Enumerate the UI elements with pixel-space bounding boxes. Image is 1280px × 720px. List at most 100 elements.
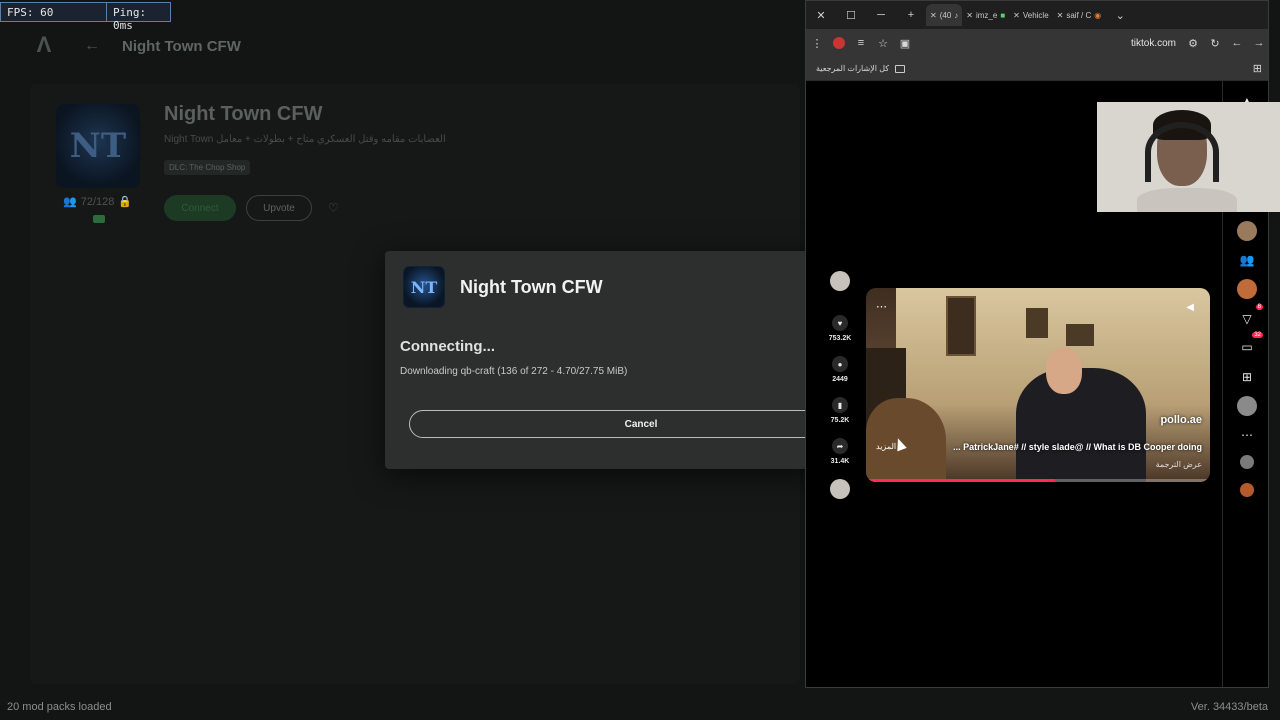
dialog-server-logo: NT	[404, 267, 444, 307]
player-count: 👥 72/128 🔒	[63, 195, 132, 209]
tab-strip: ✕ ☐ ─ + ✕ (40 ♪ ✕ imz_e ■ ✕ Vehicle ✕ sa…	[806, 1, 1268, 29]
comment-button[interactable]: ● 2449	[828, 356, 852, 383]
address-bar[interactable]: tiktok.com	[1131, 38, 1176, 49]
server-logo-text: NT	[69, 126, 127, 166]
video-scene-frame	[946, 296, 976, 356]
upload-icon[interactable]: ⊞	[1237, 367, 1257, 387]
share-count: 31.4K	[830, 458, 850, 465]
extension-icon[interactable]	[833, 37, 845, 49]
dialog-logo-text: NT	[410, 277, 438, 297]
creator-avatar[interactable]	[828, 271, 852, 291]
server-description: Night Town العصابات مقامه وقتل العسكري م…	[164, 134, 446, 145]
screen: FPS: 60 Ping: 0ms Λ ← Night Town CFW NT …	[0, 0, 1280, 720]
activity-badge: 8	[1255, 304, 1263, 310]
dialog-title: Night Town CFW	[460, 277, 603, 297]
like-button[interactable]: ♥ 753.2K	[828, 315, 852, 342]
tab-label: imz_e	[975, 10, 998, 20]
video-scene-man	[1016, 368, 1146, 482]
back-icon[interactable]: ←	[1226, 37, 1248, 49]
site-settings-icon[interactable]: ⚙	[1182, 37, 1204, 50]
bookmark-star-icon[interactable]: ☆	[872, 37, 894, 50]
tab-tiktok[interactable]: ✕ (40 ♪	[926, 4, 963, 26]
minimize-icon[interactable]: ─	[866, 9, 896, 21]
save-button[interactable]: ▮ 75.2K	[828, 397, 852, 424]
tab-close-icon[interactable]: ✕	[966, 11, 973, 20]
download-progress-text: Downloading qb-craft (136 of 272 - 4.70/…	[400, 366, 628, 377]
tab-saif[interactable]: ✕ saif / C ◉	[1053, 4, 1106, 26]
live-avatar[interactable]	[1237, 279, 1257, 299]
fps-counter: FPS: 60	[0, 2, 107, 22]
tiktok-icon: ♪	[954, 10, 959, 20]
connection-status: Connecting...	[400, 338, 495, 355]
back-arrow-icon[interactable]: ←	[84, 37, 100, 55]
close-window-icon[interactable]: ✕	[806, 9, 836, 22]
sound-avatar[interactable]	[828, 479, 852, 499]
all-bookmarks-label[interactable]: كل الإشارات المرجعية	[816, 64, 889, 73]
save-count: 75.2K	[830, 417, 850, 424]
apps-grid-icon[interactable]: ⊞	[1253, 62, 1262, 75]
video-scene-frame	[1066, 324, 1094, 346]
webcam-overlay	[1097, 102, 1280, 212]
comment-icon: ●	[832, 356, 848, 372]
tab-imz[interactable]: ✕ imz_e ■	[962, 4, 1009, 26]
creator-handle[interactable]: pollo.ae	[1160, 414, 1202, 426]
volume-icon[interactable]: ◀	[1186, 302, 1194, 313]
folder-icon	[895, 64, 906, 73]
tab-close-icon[interactable]: ✕	[1013, 11, 1020, 20]
favorite-heart-icon[interactable]: ♡	[328, 201, 339, 215]
user-avatar[interactable]	[1237, 396, 1257, 416]
see-more-link[interactable]: المزيد	[876, 442, 896, 451]
tab-label: saif / C	[1066, 10, 1092, 20]
translate-icon[interactable]: ▣	[894, 37, 916, 50]
video-progress-fill	[866, 479, 1056, 482]
tab-favicon-icon: ■	[1000, 10, 1006, 20]
tab-close-icon[interactable]: ✕	[1057, 11, 1064, 20]
video-progress-bar[interactable]	[866, 479, 1210, 482]
more-icon[interactable]: ⋯	[1237, 425, 1257, 445]
browser-toolbar: ⋮ ≡ ☆ ▣ tiktok.com ⚙ ↻ ← →	[806, 29, 1268, 57]
small-avatar-2[interactable]	[1240, 483, 1254, 497]
page-title: Night Town CFW	[122, 37, 241, 55]
tab-label: Vehicle	[1022, 10, 1049, 20]
bookmark-icon: ▮	[832, 397, 848, 413]
tab-search-icon[interactable]: ⌄	[1105, 9, 1135, 22]
server-name: Night Town CFW	[164, 103, 323, 125]
server-logo: NT	[56, 104, 140, 188]
see-translation-link[interactable]: عرض الترجمة	[1156, 460, 1202, 469]
launcher-topbar: Λ ← Night Town CFW	[30, 30, 241, 62]
share-button[interactable]: ➦ 31.4K	[828, 438, 852, 465]
video-scene-woman	[866, 398, 946, 482]
forward-icon[interactable]: →	[1248, 37, 1268, 49]
tab-favicon-icon: ◉	[1094, 10, 1102, 20]
connect-button[interactable]: Connect	[164, 195, 236, 221]
bookmarks-bar: كل الإشارات المرجعية ⊞	[806, 57, 1268, 81]
inbox-icon[interactable]: ▭ 32	[1237, 332, 1263, 357]
new-tab-icon[interactable]: +	[896, 9, 926, 21]
cancel-button[interactable]: Cancel	[409, 410, 873, 438]
upvote-button[interactable]: Upvote	[246, 195, 312, 221]
maximize-icon[interactable]: ☐	[836, 9, 866, 22]
version-label: Ver. 34433/beta	[1190, 701, 1268, 713]
launcher-logo: Λ	[36, 32, 52, 57]
inbox-badge: 32	[1252, 332, 1263, 338]
small-avatar[interactable]	[1240, 455, 1254, 469]
reload-icon[interactable]: ↻	[1204, 37, 1226, 50]
tab-vehicle[interactable]: ✕ Vehicle	[1009, 4, 1053, 26]
like-count: 753.2K	[828, 335, 852, 342]
profile-avatar[interactable]	[1237, 221, 1257, 241]
menu-dots-icon[interactable]: ⋮	[806, 37, 828, 50]
tab-label: (40	[939, 10, 952, 20]
video-scene-head	[1046, 348, 1082, 394]
tab-close-icon[interactable]: ✕	[930, 11, 937, 20]
webcam-shirt	[1137, 188, 1237, 212]
player-count-value: 72/128	[80, 195, 115, 208]
activity-icon[interactable]: ▽ 8	[1237, 304, 1263, 329]
following-icon[interactable]: 👥	[1237, 250, 1257, 270]
video-scene-frame	[1026, 308, 1048, 338]
video-player[interactable]: ⋯ ◀ pollo.ae ... PatrickJane# // style s…	[866, 288, 1210, 482]
share-icon: ➦	[832, 438, 848, 454]
perf-overlay: FPS: 60 Ping: 0ms	[0, 2, 171, 32]
mod-packs-status: 20 mod packs loaded	[7, 701, 112, 713]
reading-list-icon[interactable]: ≡	[850, 37, 872, 49]
video-options-icon[interactable]: ⋯	[876, 300, 887, 313]
